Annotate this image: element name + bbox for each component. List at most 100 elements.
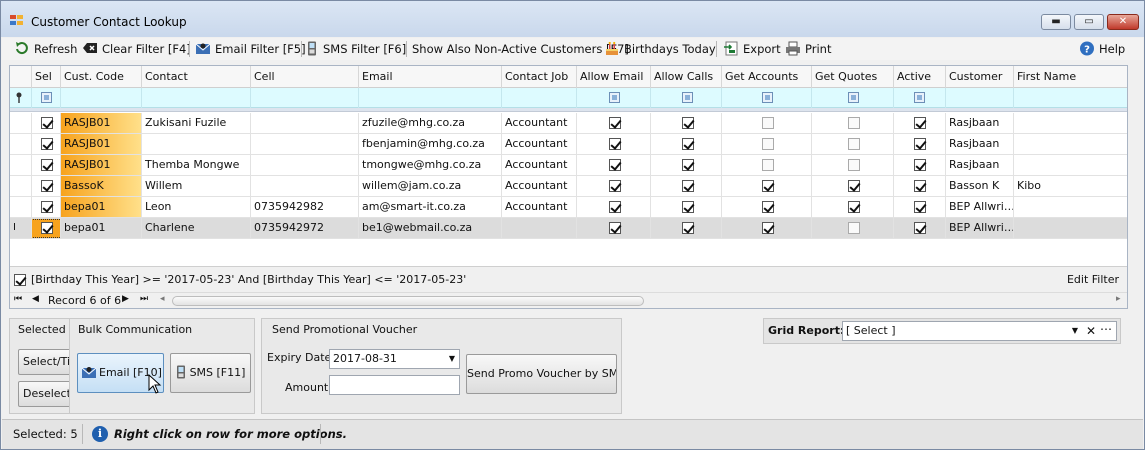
sel-cell[interactable]	[32, 218, 61, 238]
sel-cell[interactable]	[32, 197, 61, 217]
get-quotes-cell[interactable]	[812, 113, 894, 133]
allow-email-checkbox[interactable]	[609, 180, 621, 192]
get-accounts-cell[interactable]	[722, 197, 812, 217]
cust-code-cell[interactable]: RASJB01	[61, 113, 142, 133]
allow-email-cell[interactable]	[577, 176, 651, 196]
get-quotes-cell[interactable]	[812, 197, 894, 217]
allow-calls-cell[interactable]	[651, 176, 722, 196]
contact-job-cell[interactable]: Accountant	[502, 197, 577, 217]
sms-filter-button[interactable]: SMS Filter [F6]	[307, 41, 406, 58]
table-row-selected[interactable]: I bepa01 Charlene 0735942972 be1@webmail…	[10, 218, 1127, 239]
next-record-icon[interactable]: ▶	[122, 294, 129, 304]
filter-cell-first-name[interactable]	[1014, 88, 1127, 108]
get-accounts-cell[interactable]	[722, 134, 812, 154]
filter-cell-sel[interactable]	[32, 88, 61, 108]
cell-phone-cell[interactable]	[251, 155, 359, 175]
customer-cell[interactable]: Rasjbaan	[946, 113, 1014, 133]
allow-calls-checkbox[interactable]	[682, 159, 694, 171]
cell-phone-cell[interactable]: 0735942982	[251, 197, 359, 217]
email-filter-button[interactable]: Email Filter [F5]	[195, 41, 306, 58]
allow-email-cell[interactable]	[577, 113, 651, 133]
allow-calls-cell[interactable]	[651, 155, 722, 175]
first-name-cell[interactable]	[1014, 134, 1127, 154]
active-cell[interactable]	[894, 218, 946, 238]
cust-code-cell[interactable]: bepa01	[61, 218, 142, 238]
filter-checkbox[interactable]	[682, 92, 693, 103]
active-cell[interactable]	[894, 155, 946, 175]
email-cell[interactable]: zfuzile@mhg.co.za	[359, 113, 502, 133]
table-row[interactable]: bepa01 Leon 0735942982 am@smart-it.co.za…	[10, 197, 1127, 218]
active-checkbox[interactable]	[914, 201, 926, 213]
select-tick-button[interactable]: Select/Tic	[18, 349, 76, 375]
get-quotes-cell[interactable]	[812, 134, 894, 154]
customer-cell[interactable]: Rasjbaan	[946, 155, 1014, 175]
column-header-allow-email[interactable]: Allow Email	[577, 66, 651, 88]
filter-cell-contact-job[interactable]	[502, 88, 577, 108]
get-quotes-cell[interactable]	[812, 176, 894, 196]
dropdown-arrow-icon[interactable]: ▼	[449, 350, 455, 368]
filter-cell-cust-code[interactable]	[61, 88, 142, 108]
table-row[interactable]: RASJB01 Zukisani Fuzile zfuzile@mhg.co.z…	[10, 113, 1127, 134]
allow-calls-cell[interactable]	[651, 134, 722, 154]
allow-email-checkbox[interactable]	[609, 222, 621, 234]
active-cell[interactable]	[894, 197, 946, 217]
allow-email-cell[interactable]	[577, 218, 651, 238]
get-accounts-cell[interactable]	[722, 176, 812, 196]
help-button[interactable]: ? Help	[1079, 41, 1125, 58]
allow-email-checkbox[interactable]	[609, 159, 621, 171]
get-quotes-checkbox[interactable]	[848, 201, 860, 213]
active-checkbox[interactable]	[914, 222, 926, 234]
filter-checkbox[interactable]	[914, 92, 925, 103]
customer-cell[interactable]: BEP Allwri…	[946, 197, 1014, 217]
export-button[interactable]: Export	[723, 41, 781, 58]
get-accounts-checkbox[interactable]	[762, 222, 774, 234]
get-accounts-checkbox[interactable]	[762, 159, 774, 171]
email-cell[interactable]: willem@jam.co.za	[359, 176, 502, 196]
show-non-active-button[interactable]: Show Also Non-Active Customers [F7]	[412, 41, 629, 58]
maximize-button[interactable]: ▭	[1074, 14, 1104, 30]
allow-email-cell[interactable]	[577, 155, 651, 175]
get-accounts-cell[interactable]	[722, 155, 812, 175]
get-accounts-checkbox[interactable]	[762, 138, 774, 150]
minimize-button[interactable]: ▬	[1041, 14, 1071, 30]
column-header-active[interactable]: Active	[894, 66, 946, 88]
allow-email-checkbox[interactable]	[609, 117, 621, 129]
last-record-icon[interactable]: ⏭	[140, 294, 148, 304]
allow-calls-cell[interactable]	[651, 218, 722, 238]
filter-cell-cell[interactable]	[251, 88, 359, 108]
refresh-button[interactable]: Refresh	[14, 41, 77, 58]
column-header-contact[interactable]: Contact	[142, 66, 251, 88]
first-name-cell[interactable]	[1014, 218, 1127, 238]
sel-cell[interactable]	[32, 134, 61, 154]
column-header-get-quotes[interactable]: Get Quotes	[812, 66, 894, 88]
active-cell[interactable]	[894, 113, 946, 133]
get-accounts-checkbox[interactable]	[762, 117, 774, 129]
cust-code-cell[interactable]: BassoK	[61, 176, 142, 196]
active-cell[interactable]	[894, 134, 946, 154]
cust-code-cell[interactable]: RASJB01	[61, 134, 142, 154]
get-quotes-checkbox[interactable]	[848, 138, 860, 150]
active-checkbox[interactable]	[914, 180, 926, 192]
column-header-email[interactable]: Email	[359, 66, 502, 88]
column-header-cust-code[interactable]: Cust. Code	[61, 66, 142, 88]
get-quotes-checkbox[interactable]	[848, 180, 860, 192]
allow-email-cell[interactable]	[577, 197, 651, 217]
allow-email-checkbox[interactable]	[609, 138, 621, 150]
email-cell[interactable]: tmongwe@mhg.co.za	[359, 155, 502, 175]
sel-checkbox[interactable]	[41, 180, 53, 192]
close-button[interactable]: ✕	[1107, 14, 1139, 30]
allow-email-cell[interactable]	[577, 134, 651, 154]
allow-calls-cell[interactable]	[651, 113, 722, 133]
get-quotes-checkbox[interactable]	[848, 117, 860, 129]
sel-cell[interactable]	[32, 113, 61, 133]
filter-cell-allow-calls[interactable]	[651, 88, 722, 108]
get-quotes-checkbox[interactable]	[848, 222, 860, 234]
print-button[interactable]: Print	[785, 41, 831, 58]
first-name-cell[interactable]: Kibo	[1014, 176, 1127, 196]
filter-cell-get-accounts[interactable]	[722, 88, 812, 108]
contact-cell[interactable]: Willem	[142, 176, 251, 196]
filter-expression[interactable]: [Birthday This Year] >= '2017-05-23' And…	[31, 273, 466, 286]
customer-cell[interactable]: BEP Allwri…	[946, 218, 1014, 238]
table-row[interactable]: RASJB01 Themba Mongwe tmongwe@mhg.co.za …	[10, 155, 1127, 176]
horizontal-scrollbar-thumb[interactable]	[172, 296, 644, 306]
